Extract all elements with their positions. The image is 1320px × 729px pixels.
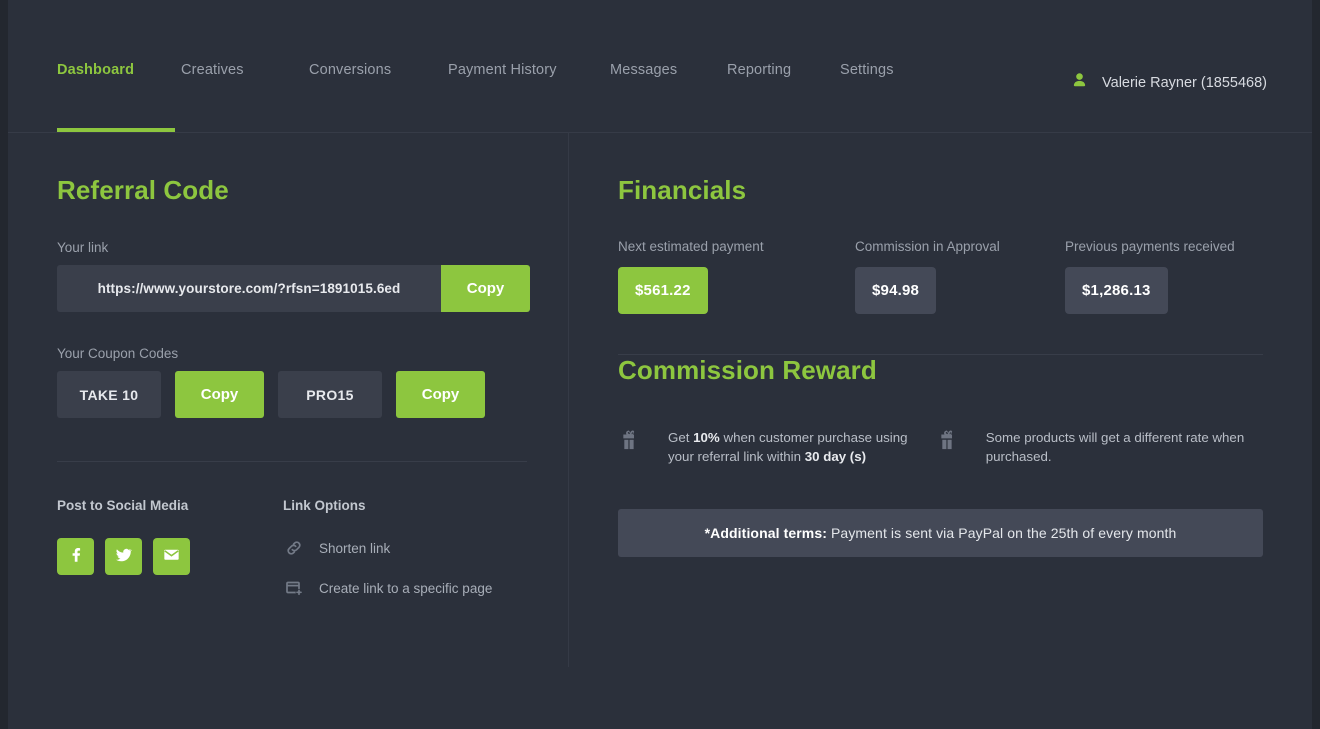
coupon-list: TAKE 10 Copy PRO15 Copy [57, 371, 537, 418]
additional-terms-text: Payment is sent via PayPal on the 25th o… [827, 525, 1177, 541]
your-link-label: Your link [57, 240, 109, 255]
referral-code-panel: Referral Code Your link https://www.your… [8, 132, 569, 667]
referral-link-row: https://www.yourstore.com/?rfsn=1891015.… [57, 265, 530, 312]
financial-next-payment-label: Next estimated payment [618, 239, 764, 254]
user-name-label: Valerie Rayner (1855468) [1102, 75, 1267, 91]
link-options-section: Link Options Shorten link Create link to… [283, 498, 523, 618]
financial-previous-payments: Previous payments received $1,286.13 [1065, 239, 1263, 314]
share-email-button[interactable] [153, 538, 190, 575]
share-twitter-button[interactable] [105, 538, 142, 575]
referral-link-value[interactable]: https://www.yourstore.com/?rfsn=1891015.… [57, 265, 441, 312]
financial-commission-approval-value: $94.98 [855, 267, 937, 314]
social-share-section: Post to Social Media [57, 498, 283, 618]
financial-next-payment: Next estimated payment $561.22 [618, 239, 855, 314]
app-page: Dashboard Creatives Conversions Payment … [8, 0, 1312, 729]
link-option-specific-page[interactable]: Create link to a specific page [283, 578, 523, 598]
email-icon [161, 544, 182, 570]
user-icon [1071, 72, 1088, 94]
commission-reward-item-1: Get 10% when customer purchase using you… [618, 426, 936, 466]
reward-pre-1: Get [668, 430, 694, 445]
reward-bold-rate: 10% [693, 430, 720, 445]
commission-reward-text-1: Get 10% when customer purchase using you… [668, 426, 936, 466]
commission-reward-title: Commission Reward [618, 355, 877, 385]
facebook-icon [66, 544, 86, 569]
left-bottom-row: Post to Social Media Link Options Shorte… [57, 498, 537, 618]
commission-reward-item-2: Some products will get a different rate … [936, 426, 1263, 466]
twitter-icon [113, 544, 134, 570]
commission-reward-row: Get 10% when customer purchase using you… [618, 426, 1263, 466]
gift-icon [618, 426, 651, 464]
reward-bold-days: 30 day (s) [804, 449, 867, 464]
user-menu[interactable]: Valerie Rayner (1855468) [1071, 72, 1267, 94]
tab-reporting[interactable]: Reporting [727, 62, 840, 78]
link-option-shorten-label: Shorten link [319, 540, 391, 556]
referral-code-title: Referral Code [57, 175, 229, 205]
share-facebook-button[interactable] [57, 538, 94, 575]
tab-payment-history[interactable]: Payment History [448, 62, 610, 78]
gift-icon [936, 426, 969, 464]
left-divider [57, 461, 527, 462]
financial-previous-payments-value: $1,286.13 [1065, 267, 1168, 314]
tab-dashboard[interactable]: Dashboard [57, 62, 181, 78]
new-page-link-icon [283, 578, 305, 598]
coupon-code-1[interactable]: TAKE 10 [57, 371, 161, 418]
tab-creatives[interactable]: Creatives [181, 62, 309, 78]
coupon-code-2[interactable]: PRO15 [278, 371, 382, 418]
tab-messages[interactable]: Messages [610, 62, 727, 78]
financial-commission-approval: Commission in Approval $94.98 [855, 239, 1065, 314]
tab-settings[interactable]: Settings [840, 62, 894, 78]
additional-terms-prefix: *Additional terms: [704, 525, 827, 541]
tab-conversions[interactable]: Conversions [309, 62, 448, 78]
additional-terms-banner: *Additional terms: Payment is sent via P… [618, 509, 1263, 557]
chain-link-icon [283, 538, 305, 558]
financials-title: Financials [618, 175, 747, 205]
copy-coupon-1-button[interactable]: Copy [175, 371, 264, 418]
copy-coupon-2-button[interactable]: Copy [396, 371, 485, 418]
financials-row: Next estimated payment $561.22 Commissio… [618, 239, 1263, 314]
financial-next-payment-value: $561.22 [618, 267, 708, 314]
financial-previous-payments-label: Previous payments received [1065, 239, 1235, 254]
link-option-shorten[interactable]: Shorten link [283, 538, 523, 558]
nav-items: Dashboard Creatives Conversions Payment … [57, 62, 894, 78]
link-option-specific-page-label: Create link to a specific page [319, 580, 493, 596]
financials-panel: Financials Next estimated payment $561.2… [569, 132, 1312, 667]
copy-link-button[interactable]: Copy [441, 265, 530, 312]
commission-reward-text-2: Some products will get a different rate … [985, 430, 1245, 464]
social-share-title: Post to Social Media [57, 498, 189, 513]
link-options-title: Link Options [283, 498, 366, 513]
social-buttons [57, 538, 283, 575]
financial-commission-approval-label: Commission in Approval [855, 239, 1000, 254]
top-navigation: Dashboard Creatives Conversions Payment … [8, 0, 1312, 133]
coupon-codes-label: Your Coupon Codes [57, 346, 179, 361]
